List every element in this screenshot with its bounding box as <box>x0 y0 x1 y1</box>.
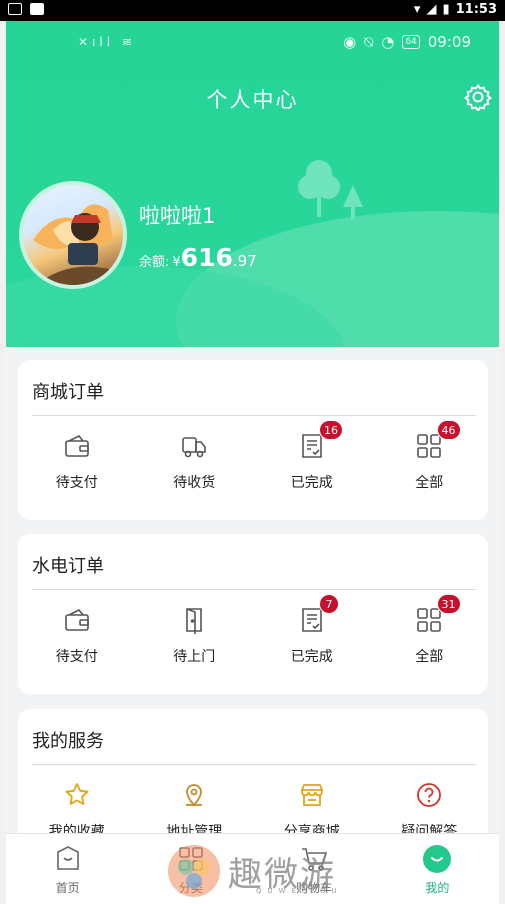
store-icon <box>300 784 324 806</box>
shop-orders-card: 商城订单 待支付 待收货 16 已完成 46 全部 <box>18 360 488 520</box>
location-pin-icon <box>186 784 203 807</box>
signal-wifi-icon: ✕ıll ≋ <box>78 35 136 49</box>
label: 待支付 <box>55 475 98 491</box>
home-bag-icon <box>56 846 79 870</box>
watermark-subtext: QUWEIYOU <box>256 887 343 895</box>
shop-orders-title: 商城订单 <box>32 382 104 403</box>
watermark-logo-icon <box>168 845 220 897</box>
utility-order-all[interactable]: 31 全部 <box>371 594 489 666</box>
profile-smile-icon <box>423 845 452 873</box>
utility-orders-title: 水电订单 <box>32 556 104 577</box>
divider <box>32 589 476 590</box>
divider <box>32 415 476 416</box>
shop-order-pending-payment[interactable]: 待支付 <box>18 432 136 492</box>
completed-count-badge: 7 <box>319 594 339 614</box>
all-count-badge: 31 <box>436 594 461 614</box>
watermark: 趣微游 QUWEIYOU <box>166 843 337 899</box>
service-faq[interactable]: 疑问解答 <box>371 781 489 841</box>
balance: 余额: ¥ 616 .97 <box>139 243 257 272</box>
tab-label: 首页 <box>55 881 80 895</box>
user-name: 啦啦啦1 <box>139 204 216 228</box>
all-count-badge: 46 <box>436 420 461 440</box>
currency-symbol: ¥ <box>172 255 181 270</box>
app-time: 09:09 <box>427 33 471 51</box>
utility-orders-card: 水电订单 待支付 待上门 7 已完成 31 全部 <box>18 534 488 694</box>
label: 已完成 <box>290 475 333 491</box>
system-status-bar: ▾ ◢ ▮ 11:53 <box>0 0 505 21</box>
speed-icon: ◔ <box>381 33 395 51</box>
star-icon <box>65 783 89 805</box>
label: 待支付 <box>55 649 98 665</box>
label: 待收货 <box>173 475 216 491</box>
tab-mine[interactable]: 我的 <box>376 834 499 904</box>
door-icon <box>186 608 203 634</box>
services-title: 我的服务 <box>32 731 104 752</box>
app-frame: ✕ıll ≋ ◉ ⍉ ◔ 64 09:09 个人中心 啦啦啦1 余额: ¥ 61… <box>6 21 499 904</box>
page-title: 个人中心 <box>206 88 299 112</box>
tab-label: 我的 <box>425 881 450 895</box>
settings-gear-icon[interactable] <box>464 83 492 111</box>
service-favorites[interactable]: 我的收藏 <box>18 781 136 841</box>
completed-count-badge: 16 <box>319 420 343 440</box>
question-icon <box>417 783 442 807</box>
shop-order-awaiting-receipt[interactable]: 待收货 <box>136 432 254 492</box>
wifi-icon: ▾ <box>413 2 421 17</box>
utility-order-completed[interactable]: 7 已完成 <box>253 594 371 666</box>
label: 全部 <box>415 649 444 665</box>
profile-header: ✕ıll ≋ ◉ ⍉ ◔ 64 09:09 个人中心 啦啦啦1 余额: ¥ 61… <box>6 21 499 347</box>
system-time: 11:53 <box>455 2 497 17</box>
signal-icon: ◢ <box>426 2 437 17</box>
utility-order-awaiting-visit[interactable]: 待上门 <box>136 606 254 666</box>
shop-order-all[interactable]: 46 全部 <box>371 420 489 492</box>
tab-home[interactable]: 首页 <box>6 834 129 904</box>
app-status-bar: ✕ıll ≋ ◉ ⍉ ◔ 64 09:09 <box>6 33 499 53</box>
notification-icon <box>8 3 22 15</box>
avatar[interactable] <box>19 181 127 289</box>
shop-order-completed[interactable]: 16 已完成 <box>253 420 371 492</box>
battery-level: 64 <box>402 35 420 49</box>
tree-icon <box>298 160 340 217</box>
eye-icon: ◉ <box>343 33 357 51</box>
service-share-store[interactable]: 分享商城 <box>253 781 371 841</box>
wallet-icon <box>64 608 89 631</box>
avatar-illustration <box>33 204 113 285</box>
tree-icon <box>343 185 363 219</box>
mute-icon: ⍉ <box>364 33 374 51</box>
label: 待上门 <box>173 649 216 665</box>
balance-label: 余额: <box>139 255 170 270</box>
battery-icon: ▮ <box>442 2 450 17</box>
label: 已完成 <box>290 649 333 665</box>
truck-icon <box>182 437 207 458</box>
utility-order-pending-payment[interactable]: 待支付 <box>18 606 136 666</box>
balance-decimal: .97 <box>232 252 257 270</box>
service-address[interactable]: 地址管理 <box>136 781 254 841</box>
balance-integer: 616 <box>180 243 233 272</box>
divider <box>32 764 476 765</box>
app-notification-icon <box>30 3 44 15</box>
label: 全部 <box>415 475 444 491</box>
wallet-icon <box>64 434 89 457</box>
